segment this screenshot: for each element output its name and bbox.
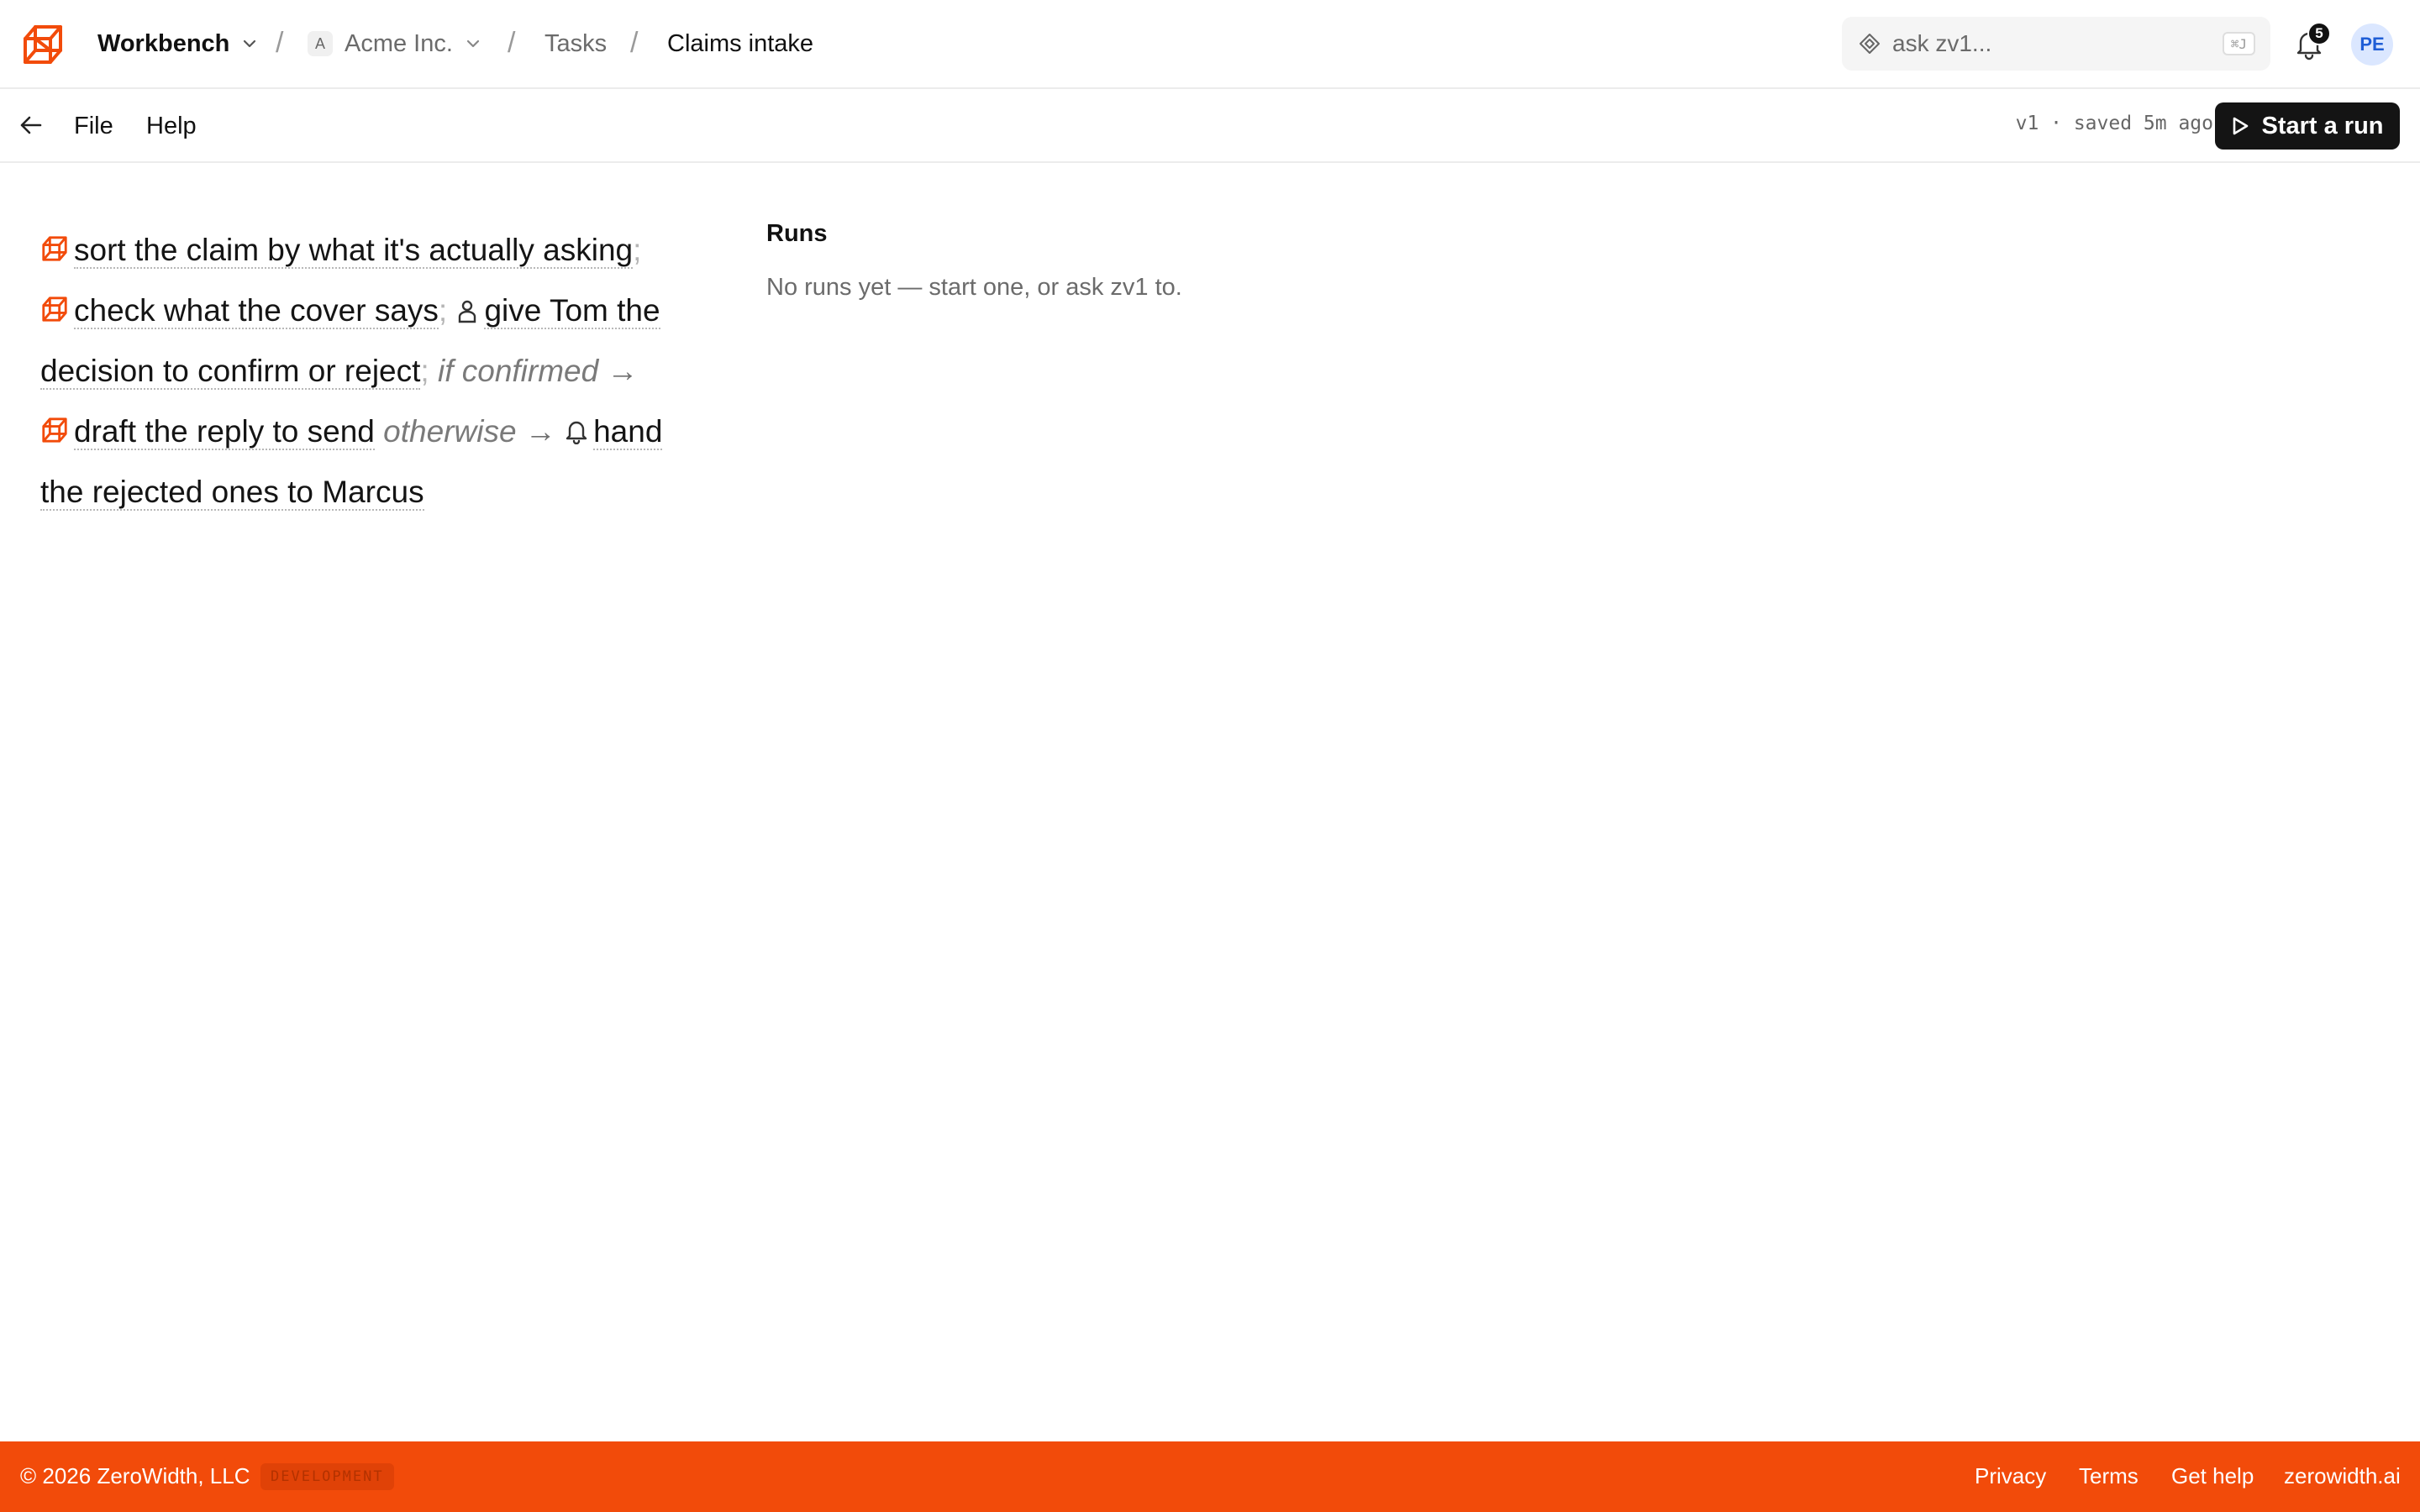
agent-step-icon	[42, 297, 67, 322]
breadcrumb-separator: /	[508, 27, 516, 59]
runs-empty-state: No runs yet — start one, or ask zv1 to.	[766, 274, 1182, 301]
privacy-link[interactable]: Privacy	[1975, 1463, 2046, 1489]
condition-label: otherwise	[383, 414, 517, 449]
save-status: v1 · saved 5m ago	[2015, 113, 2213, 134]
notification-count-badge: 5	[2307, 22, 2331, 45]
chevron-down-icon	[244, 39, 256, 48]
workspace-switcher[interactable]: Workbench	[97, 29, 258, 59]
breadcrumb-current: Claims intake	[667, 29, 814, 57]
get-help-link[interactable]: Get help	[2171, 1463, 2254, 1489]
file-menu[interactable]: File	[74, 113, 113, 140]
agent-step-icon	[42, 236, 67, 261]
help-menu[interactable]: Help	[146, 113, 197, 140]
keyboard-shortcut-hint: ⌘J	[2222, 32, 2255, 55]
org-switcher[interactable]: A Acme Inc.	[308, 29, 481, 59]
zerowidth-logo-icon[interactable]	[20, 22, 66, 67]
arrow-right-icon: →	[524, 414, 556, 449]
flow-step[interactable]: draft the reply to send	[74, 414, 375, 450]
arrow-right-icon: →	[607, 354, 639, 388]
breadcrumb-tasks[interactable]: Tasks	[544, 29, 607, 59]
step-separator: ;	[420, 354, 429, 388]
environment-badge: DEVELOPMENT	[260, 1463, 394, 1490]
flow-step[interactable]: check what the cover says	[74, 293, 439, 329]
task-flow-editor[interactable]: sort the claim by what it's actually ask…	[40, 220, 679, 522]
ask-zv1-search[interactable]: ⌘J	[1842, 17, 2270, 71]
step-separator: ;	[633, 233, 642, 267]
top-bar: Workbench / A Acme Inc. / Tasks / Claims…	[0, 0, 2420, 89]
person-icon	[459, 300, 476, 323]
runs-heading: Runs	[766, 220, 828, 247]
org-name: Acme Inc.	[345, 29, 453, 57]
search-input[interactable]	[1892, 30, 2212, 57]
copyright: © 2026 ZeroWidth, LLC	[20, 1463, 250, 1488]
condition-label: if confirmed	[437, 354, 599, 388]
diamond-icon	[1860, 34, 1880, 54]
arrow-left-icon[interactable]	[17, 111, 45, 139]
user-avatar[interactable]: PE	[2351, 24, 2393, 66]
breadcrumb-separator: /	[630, 27, 639, 59]
terms-link[interactable]: Terms	[2079, 1463, 2139, 1489]
breadcrumb-separator: /	[276, 27, 284, 59]
workspace-name: Workbench	[97, 29, 230, 57]
bell-icon	[566, 421, 587, 444]
step-separator: ;	[438, 293, 448, 328]
footer: © 2026 ZeroWidth, LLC DEVELOPMENT Privac…	[0, 1441, 2420, 1512]
flow-step[interactable]: sort the claim by what it's actually ask…	[74, 233, 634, 269]
play-icon	[2233, 117, 2249, 135]
start-run-button[interactable]: Start a run	[2215, 102, 2400, 150]
agent-step-icon	[42, 417, 67, 443]
org-avatar: A	[308, 31, 333, 56]
zerowidth-site-link[interactable]: zerowidth.ai	[2284, 1463, 2401, 1489]
editor-toolbar: File Help v1 · saved 5m ago	[0, 89, 2420, 163]
start-run-label: Start a run	[2261, 112, 2384, 139]
chevron-down-icon	[466, 39, 480, 48]
